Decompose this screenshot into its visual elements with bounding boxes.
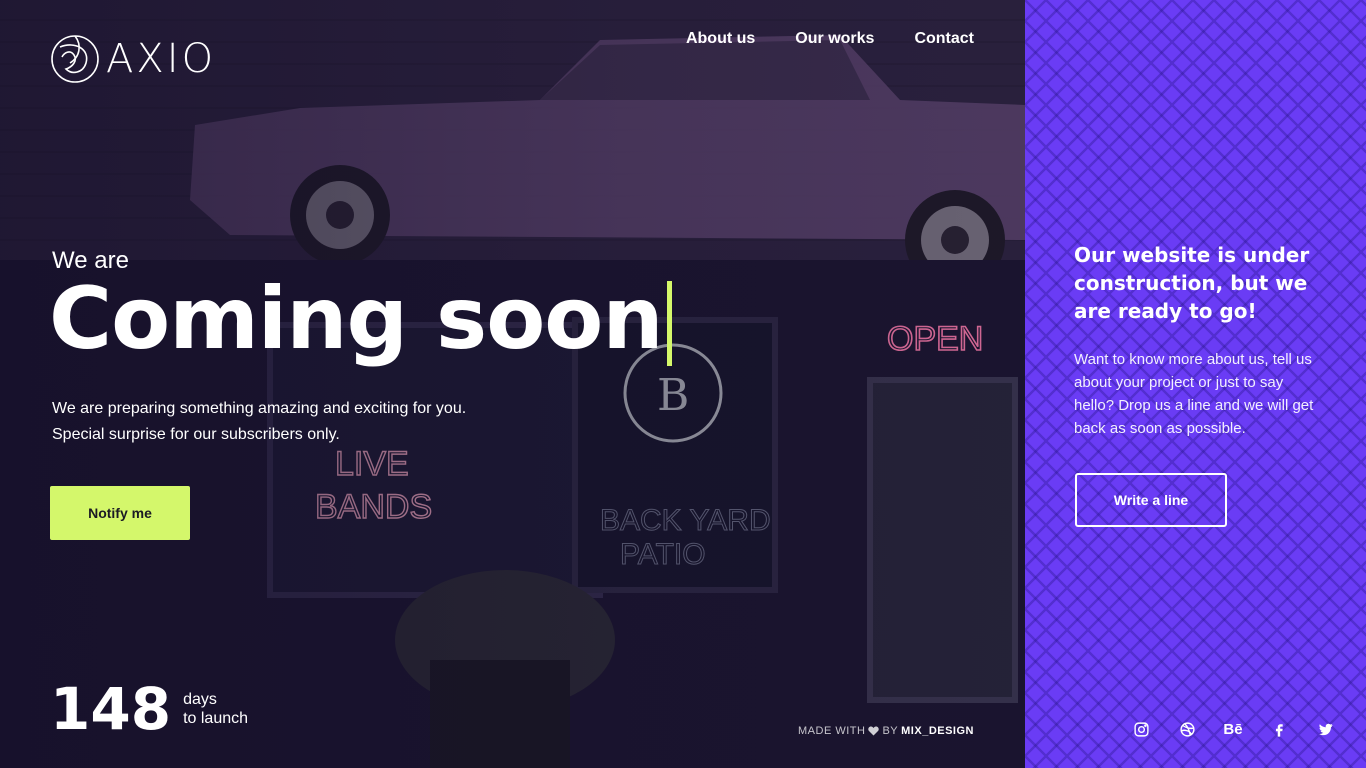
credits-author-link[interactable]: MIX_DESIGN bbox=[901, 725, 974, 737]
main-nav: About us Our works Contact bbox=[686, 30, 974, 48]
typing-cursor bbox=[667, 281, 672, 366]
countdown-label-line-2: to launch bbox=[183, 710, 249, 727]
page-title: Coming soon bbox=[49, 269, 664, 369]
hero-description: We are preparing something amazing and e… bbox=[52, 396, 466, 448]
behance-icon-text: Bē bbox=[1223, 720, 1243, 738]
heart-icon bbox=[868, 726, 880, 736]
hero-description-line-2: Special surprise for our subscribers onl… bbox=[52, 426, 340, 443]
nav-about-us[interactable]: About us bbox=[686, 30, 755, 48]
nav-our-works[interactable]: Our works bbox=[795, 30, 874, 48]
hero-description-line-1: We are preparing something amazing and e… bbox=[52, 400, 467, 417]
credits-prefix: MADE WITH bbox=[798, 725, 866, 737]
logo-text: AXIO bbox=[106, 36, 217, 82]
countdown-label: days to launch bbox=[183, 690, 248, 728]
credits-by: BY bbox=[882, 725, 899, 737]
hero-overlay bbox=[0, 0, 1025, 768]
facebook-icon[interactable] bbox=[1256, 718, 1302, 740]
social-links: Bē bbox=[1118, 718, 1348, 740]
side-title: Our website is under construction, but w… bbox=[1074, 243, 1310, 323]
write-a-line-button[interactable]: Write a line bbox=[1075, 473, 1227, 527]
behance-icon[interactable]: Bē bbox=[1210, 718, 1256, 740]
nav-contact[interactable]: Contact bbox=[914, 30, 974, 48]
hero-section: LIVE BANDS OPEN B BACK YARD PATIO AXIO A… bbox=[0, 0, 1025, 768]
countdown-label-line-1: days bbox=[183, 691, 217, 708]
countdown-value: 148 bbox=[50, 675, 172, 743]
countdown: 148 days to launch bbox=[50, 680, 248, 738]
notify-me-button[interactable]: Notify me bbox=[50, 486, 190, 540]
dribbble-icon[interactable] bbox=[1164, 718, 1210, 740]
side-panel: Our website is under construction, but w… bbox=[1025, 0, 1366, 768]
side-text: Want to know more about us, tell us abou… bbox=[1074, 351, 1314, 437]
instagram-icon[interactable] bbox=[1118, 718, 1164, 740]
logo[interactable]: AXIO bbox=[50, 27, 216, 91]
twitter-icon[interactable] bbox=[1302, 718, 1348, 740]
logo-mark-icon bbox=[51, 35, 99, 83]
credits: MADE WITH BY MIX_DESIGN bbox=[798, 725, 974, 737]
